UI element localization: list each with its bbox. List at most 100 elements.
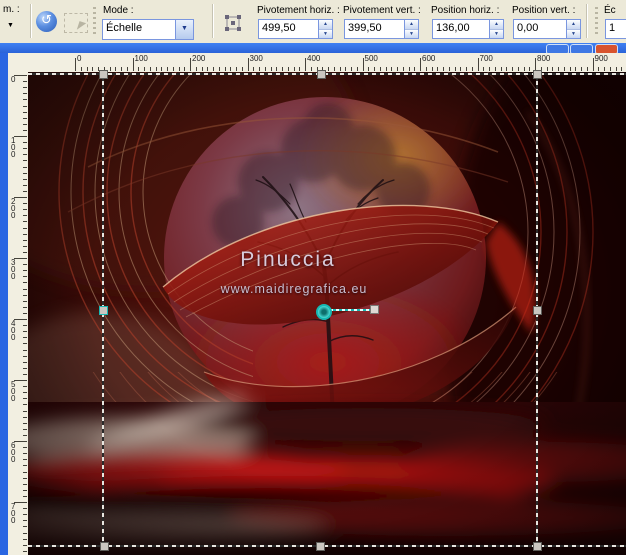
ruler-tick xyxy=(356,67,358,71)
ruler-tick xyxy=(23,148,27,150)
ruler-tick xyxy=(23,227,27,229)
ruler-tick xyxy=(23,428,27,430)
ruler-label: 100 xyxy=(134,54,148,63)
ruler-tick xyxy=(414,67,416,71)
ruler-tick xyxy=(241,67,243,71)
pivot-h-value[interactable]: 499,50 xyxy=(259,20,318,38)
toolbar-grip[interactable] xyxy=(595,7,598,36)
position-v-label: Position vert. : xyxy=(512,5,576,16)
ruler-tick xyxy=(287,67,289,71)
ruler-tick xyxy=(604,67,605,71)
ruler-tick xyxy=(379,67,381,71)
scale-value[interactable]: 1 xyxy=(606,20,626,38)
ruler-tick xyxy=(23,270,27,272)
ruler-tick xyxy=(546,67,548,71)
rotation-handle[interactable] xyxy=(370,305,379,314)
ruler-tick xyxy=(23,398,27,400)
ruler-tick xyxy=(23,471,27,473)
ruler-label: 400 xyxy=(307,54,321,63)
ruler-tick xyxy=(310,67,312,71)
ruler-label: 0 xyxy=(77,54,82,63)
ruler-tick xyxy=(397,67,398,71)
ruler-tick xyxy=(512,67,513,71)
spin-down-icon[interactable]: ▼ xyxy=(405,29,418,38)
ruler-tick xyxy=(23,245,27,247)
ruler-tick xyxy=(586,67,588,71)
spin-up-icon[interactable]: ▲ xyxy=(567,20,580,30)
ruler-tick xyxy=(552,67,554,71)
ruler-tick xyxy=(195,67,197,71)
position-v-spinner[interactable]: ▲ ▼ xyxy=(566,20,580,38)
pivot-v-spinner[interactable]: ▲ ▼ xyxy=(404,20,418,38)
handle-top-center[interactable] xyxy=(317,70,326,79)
rect-handles-icon[interactable] xyxy=(224,14,242,32)
ruler-tick xyxy=(529,67,531,71)
ruler-tick xyxy=(23,142,27,144)
spin-down-icon[interactable]: ▼ xyxy=(567,29,580,38)
ruler-label: 300 xyxy=(249,54,263,63)
ruler-tick xyxy=(437,67,439,71)
ruler-tick xyxy=(132,58,134,71)
ruler-tick xyxy=(408,67,410,71)
deform-pointer-icon[interactable] xyxy=(64,13,88,33)
spin-down-icon[interactable]: ▼ xyxy=(319,29,332,38)
ruler-tick xyxy=(23,111,27,113)
reset-deformation-icon[interactable]: ↺ xyxy=(36,11,57,32)
spin-up-icon[interactable]: ▲ xyxy=(490,20,503,30)
ruler-tick xyxy=(477,58,479,71)
pivot-h-spinner[interactable]: ▲ ▼ xyxy=(318,20,332,38)
ruler-tick xyxy=(23,294,27,296)
mode-select[interactable]: Échelle ▼ xyxy=(102,19,194,40)
ruler-tick xyxy=(23,477,27,479)
spin-down-icon[interactable]: ▼ xyxy=(490,29,503,38)
ruler-tick xyxy=(471,67,473,71)
ruler-tick xyxy=(339,67,341,71)
ruler-tick xyxy=(126,67,128,71)
combo-arrow-icon[interactable]: ▼ xyxy=(175,20,193,39)
ruler-tick xyxy=(282,67,283,71)
ruler-tick xyxy=(23,550,27,552)
handle-top-right[interactable] xyxy=(533,70,542,79)
position-h-value[interactable]: 136,00 xyxy=(433,20,489,38)
position-h-input[interactable]: 136,00 ▲ ▼ xyxy=(432,19,504,39)
ruler-tick xyxy=(448,67,450,71)
toolbar-separator xyxy=(586,4,588,38)
ruler-tick xyxy=(121,67,122,71)
ruler-tick xyxy=(598,67,600,71)
pivot-h-input[interactable]: 499,50 ▲ ▼ xyxy=(258,19,333,39)
zoom-dropdown-arrow-icon[interactable]: ▼ xyxy=(7,22,14,29)
ruler-tick xyxy=(23,337,27,339)
spin-up-icon[interactable]: ▲ xyxy=(405,20,418,30)
ruler-tick xyxy=(23,233,27,235)
pivot-v-input[interactable]: 399,50 ▲ ▼ xyxy=(344,19,419,39)
ruler-tick xyxy=(161,67,163,71)
position-h-spinner[interactable]: ▲ ▼ xyxy=(489,20,503,38)
toolbar-grip[interactable] xyxy=(93,7,96,36)
zoom-group-label: m. : xyxy=(3,4,20,15)
ruler-label: 300 xyxy=(11,258,16,281)
handle-bottom-left[interactable] xyxy=(100,542,109,551)
ruler-tick xyxy=(247,58,249,71)
handle-mid-right[interactable] xyxy=(533,306,542,315)
ruler-tick xyxy=(23,434,27,436)
spin-up-icon[interactable]: ▲ xyxy=(319,20,332,30)
ruler-tick xyxy=(23,87,27,89)
ruler-tick xyxy=(494,67,496,71)
ruler-tick xyxy=(23,459,27,461)
ruler-tick xyxy=(402,67,404,71)
ruler-tick xyxy=(23,276,27,278)
handle-top-left[interactable] xyxy=(99,70,108,79)
ruler-tick xyxy=(460,67,462,71)
ruler-tick xyxy=(592,58,594,71)
handle-mid-left[interactable] xyxy=(99,306,108,315)
image-window-titlebar[interactable] xyxy=(0,43,626,53)
handle-bottom-right[interactable] xyxy=(533,542,542,551)
handle-bottom-center[interactable] xyxy=(316,542,325,551)
ruler-label: 0 xyxy=(11,75,16,84)
ruler-label: 200 xyxy=(11,197,16,220)
scale-input[interactable]: 1 xyxy=(605,19,626,39)
pivot-center-handle[interactable] xyxy=(316,304,332,320)
position-v-value[interactable]: 0,00 xyxy=(514,20,566,38)
pivot-v-value[interactable]: 399,50 xyxy=(345,20,404,38)
position-v-input[interactable]: 0,00 ▲ ▼ xyxy=(513,19,581,39)
